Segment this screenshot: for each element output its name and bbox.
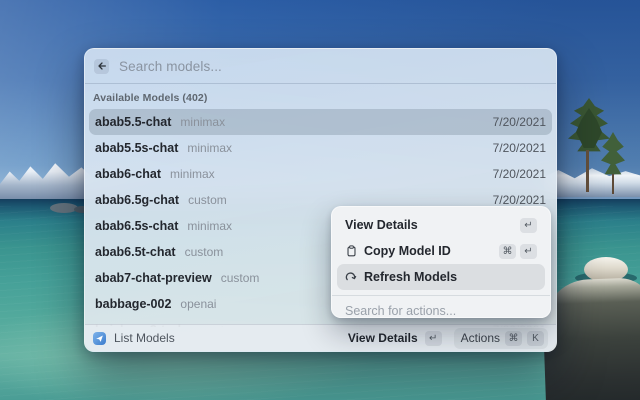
return-key-icon: ↵ <box>520 243 537 259</box>
model-name: abab6.5g-chat <box>95 193 180 207</box>
model-date: 7/20/2021 <box>492 193 546 207</box>
command-key-icon: ⌘ <box>505 330 522 346</box>
menu-item[interactable]: Copy Model ID ⌘ ↵ <box>337 238 545 264</box>
model-provider: openai <box>180 297 217 311</box>
menu-item-label: Copy Model ID <box>364 244 451 258</box>
model-provider: custom <box>184 245 224 259</box>
model-provider: minimax <box>170 167 215 181</box>
model-date: 7/20/2021 <box>492 167 546 181</box>
model-name: abab6-chat <box>95 167 161 181</box>
menu-item-label: Refresh Models <box>364 270 458 284</box>
extension-icon <box>93 331 106 345</box>
model-provider: minimax <box>187 141 233 155</box>
menu-item-label: View Details <box>345 218 418 232</box>
model-provider: minimax <box>180 115 226 129</box>
menu-item[interactable]: Refresh Models <box>337 264 545 290</box>
return-key-icon: ↵ <box>424 330 442 346</box>
arrow-left-icon <box>97 61 107 71</box>
model-row[interactable]: abab5.5-chat minimax 7/20/2021 <box>89 109 552 135</box>
clipboard-icon <box>345 245 357 257</box>
model-provider: custom <box>188 193 227 207</box>
back-button[interactable] <box>94 58 109 74</box>
command-key-icon: ⌘ <box>499 243 516 259</box>
refresh-icon <box>345 271 357 283</box>
model-name: abab7-chat-preview <box>95 271 212 285</box>
model-name: abab6.5t-chat <box>95 245 176 259</box>
model-name: abab5.5-chat <box>95 115 172 129</box>
model-provider: custom <box>220 271 260 285</box>
actions-button-label: Actions <box>460 331 500 345</box>
wallpaper-pine-trunk <box>586 150 589 192</box>
footer-primary-action[interactable]: View Details <box>348 331 418 345</box>
model-date: 7/20/2021 <box>492 141 546 155</box>
search-bar: Search models... <box>85 49 556 84</box>
section-header: Available Models (402) <box>93 92 208 104</box>
return-key-icon: ↵ <box>520 217 537 233</box>
model-name: babbage-002 <box>95 297 172 311</box>
desktop: Search models... Available Models (402) … <box>0 0 640 400</box>
model-provider: minimax <box>187 219 233 233</box>
model-name: abab6.5s-chat <box>95 219 179 233</box>
model-row[interactable]: abab6-chat minimax 7/20/2021 <box>89 161 552 187</box>
model-date: 7/20/2021 <box>492 115 546 129</box>
wallpaper-pine-trunk <box>612 174 614 194</box>
model-name: abab5.5s-chat <box>95 141 179 155</box>
model-row[interactable]: abab5.5s-chat minimax 7/20/2021 <box>89 135 552 161</box>
footer: List Models View Details ↵ Actions ⌘ K <box>85 324 556 351</box>
menu-item-shortcut: ↵ <box>520 217 537 233</box>
menu-item-shortcut: ⌘ ↵ <box>499 243 537 259</box>
search-input[interactable]: Search models... <box>119 59 222 74</box>
k-key-icon: K <box>527 330 544 346</box>
actions-search-input[interactable]: Search for actions... <box>332 296 550 318</box>
actions-button[interactable]: Actions ⌘ K <box>453 327 548 349</box>
menu-item[interactable]: View Details ↵ <box>337 212 545 238</box>
actions-menu: View Details ↵ Copy Model ID ⌘ ↵ Refresh … <box>331 206 551 318</box>
extension-label: List Models <box>114 331 175 345</box>
